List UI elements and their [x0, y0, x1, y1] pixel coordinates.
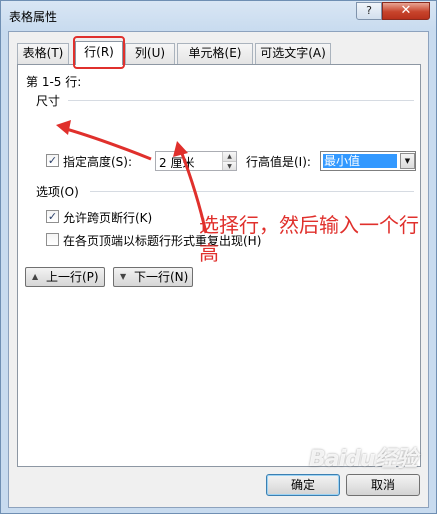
annotation-arrowhead-input: [173, 141, 188, 157]
table-properties-dialog: 表格属性 ? ✕ 表格(T) 行(R) 列(U) 单元格(E) 可选文字(A) …: [0, 0, 437, 514]
watermark-logo: Baidu经验: [309, 447, 418, 472]
annotation-text: 选择行，然后输入一个行高: [199, 213, 419, 265]
annotation-arrowhead-checkbox: [56, 120, 71, 135]
annotation-arrow-to-checkbox: [62, 126, 152, 161]
